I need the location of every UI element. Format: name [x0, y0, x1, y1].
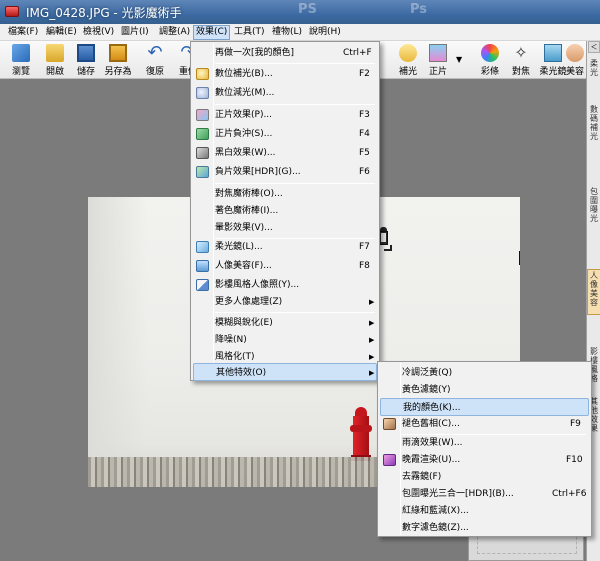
- film-button[interactable]: 正片: [420, 43, 456, 77]
- soft-focus-icon: [196, 241, 209, 253]
- window-title: IMG_0428.JPG - 光影魔術手: [26, 6, 182, 20]
- chevron-down-icon[interactable]: ▼: [456, 55, 462, 64]
- beauty-label: 美容: [565, 67, 584, 77]
- film-label: 正片: [428, 67, 447, 77]
- raindrop-item[interactable]: 雨滴效果(W)...: [380, 434, 589, 452]
- noise-reduction-item[interactable]: 降噪(N) ▶: [193, 331, 377, 349]
- sunset-icon: [383, 454, 396, 466]
- menu-effects[interactable]: 效果(C): [193, 25, 231, 40]
- black-white-icon: [196, 147, 209, 159]
- sunset-item[interactable]: 晚霞渲染(U)... F10: [380, 451, 589, 469]
- cool-yellow-item[interactable]: 冷調泛黃(Q): [380, 364, 589, 382]
- focus-label: 對焦: [511, 67, 530, 77]
- submenu-arrow-icon: ▶: [369, 336, 375, 344]
- menu-tools[interactable]: 工具(T): [232, 26, 267, 39]
- save-as-button[interactable]: 另存為: [100, 43, 136, 77]
- repeat-last-effect-item[interactable]: 再做一次[我的顏色] Ctrl+F: [193, 44, 377, 62]
- film-effect-item[interactable]: 正片效果(P)... F3: [193, 106, 377, 124]
- save-as-label: 另存為: [104, 67, 132, 77]
- save-label: 儲存: [76, 67, 95, 77]
- panel-tab-soft[interactable]: 柔光: [588, 59, 600, 77]
- save-icon: [77, 44, 95, 62]
- blur-sharpen-item[interactable]: 模糊與銳化(E) ▶: [193, 314, 377, 332]
- submenu-arrow-icon: ▶: [369, 369, 375, 377]
- folder-open-icon: [46, 44, 64, 62]
- focus-wand-item[interactable]: 對焦魔術棒(O)...: [193, 185, 377, 203]
- undo-icon: ↶: [147, 42, 163, 63]
- reduce-light-item[interactable]: 數位減光(M)...: [193, 84, 377, 102]
- focus-target-icon: ✧: [514, 43, 528, 62]
- faded-photo-item[interactable]: 褪色舊相(C)... F9: [380, 415, 589, 433]
- title-bar: IMG_0428.JPG - 光影魔術手 PS Ps: [0, 0, 600, 24]
- color-wand-item[interactable]: 著色魔術棒(I)...: [193, 202, 377, 220]
- save-button[interactable]: 儲存: [68, 43, 104, 77]
- browse-button[interactable]: 瀏覽: [3, 43, 39, 77]
- browse-icon: [12, 44, 30, 62]
- panel-tab-beauty[interactable]: 人像美容: [588, 271, 600, 307]
- more-portrait-item[interactable]: 更多人像處理(Z) ▶: [193, 293, 377, 311]
- undo-button[interactable]: ↶ 復原: [137, 42, 173, 78]
- yellow-filter-item[interactable]: 黃色濾鏡(Y): [380, 381, 589, 399]
- wall-lamp-2: [518, 247, 520, 275]
- menu-file[interactable]: 檔案(F): [6, 26, 40, 39]
- defog-item[interactable]: 去霧鏡(F): [380, 468, 589, 486]
- background-watermark-2: Ps: [410, 2, 428, 17]
- panel-collapse-button[interactable]: ＜: [588, 41, 600, 53]
- vignette-item[interactable]: 暈影效果(V)...: [193, 219, 377, 237]
- face-icon: [566, 44, 584, 62]
- effects-menu: 再做一次[我的顏色] Ctrl+F 數位補光(B)... F2 數位減光(M).…: [190, 41, 380, 381]
- other-effects-item[interactable]: 其他特效(O) ▶: [193, 363, 377, 381]
- portrait-icon: [196, 279, 209, 291]
- menu-edit[interactable]: 編輯(E): [44, 26, 79, 39]
- film-icon: [429, 44, 447, 62]
- face-icon: [196, 260, 209, 272]
- bracket-hdr-item[interactable]: 包圍曝光三合一[HDR](B)... Ctrl+F6: [380, 485, 589, 503]
- negative-hdr-item[interactable]: 負片效果[HDR](G)... F6: [193, 163, 377, 181]
- dim-bulb-icon: [196, 87, 209, 99]
- soft-focus-icon: [544, 44, 562, 62]
- beauty-button[interactable]: 美容: [563, 43, 587, 77]
- menu-image[interactable]: 圖片(I): [119, 26, 151, 39]
- digital-filter-item[interactable]: 數字濾色鏡(Z)...: [380, 519, 589, 537]
- focus-button[interactable]: ✧ 對焦: [503, 43, 539, 78]
- submenu-arrow-icon: ▶: [369, 298, 375, 306]
- undo-label: 復原: [145, 67, 164, 77]
- app-icon: [5, 6, 19, 17]
- portrait-beauty-item[interactable]: 人像美容(F)... F8: [193, 257, 377, 275]
- film-icon: [196, 109, 209, 121]
- rgb-reduce-item[interactable]: 紅綠和藍減(X)...: [380, 502, 589, 520]
- menu-bar: 檔案(F) 編輯(E) 檢視(V) 圖片(I) 調整(A) 效果(C) 工具(T…: [0, 24, 600, 41]
- menu-adjust[interactable]: 調整(A): [157, 26, 192, 39]
- background-watermark: PS: [298, 2, 317, 17]
- fire-hydrant: [350, 407, 372, 463]
- menu-help[interactable]: 說明(H): [307, 26, 343, 39]
- black-white-item[interactable]: 黑白效果(W)... F5: [193, 144, 377, 162]
- menu-view[interactable]: 檢視(V): [81, 26, 116, 39]
- soft-focus-item[interactable]: 柔光鏡(L)... F7: [193, 238, 377, 256]
- save-as-icon: [109, 44, 127, 62]
- lightbulb-icon: [399, 44, 417, 62]
- cross-process-item[interactable]: 正片負沖(S)... F4: [193, 125, 377, 143]
- fill-light-item[interactable]: 數位補光(B)... F2: [193, 65, 377, 83]
- color-wheel-icon: [481, 44, 499, 62]
- studio-portrait-item[interactable]: 影樓風格人像照(Y)...: [193, 276, 377, 294]
- faded-photo-icon: [383, 418, 396, 430]
- panel-tab-bracketing[interactable]: 包圍曝光: [588, 187, 600, 223]
- other-effects-submenu: 冷調泛黃(Q) 黃色濾鏡(Y) 我的顏色(K)... 褪色舊相(C)... F9…: [377, 361, 592, 537]
- wall-shadow: [88, 197, 148, 487]
- submenu-arrow-icon: ▶: [369, 319, 375, 327]
- hdr-icon: [196, 166, 209, 178]
- browse-label: 瀏覽: [11, 67, 30, 77]
- panel-tab-fill-light[interactable]: 數碼補光: [588, 105, 600, 141]
- lightbulb-icon: [196, 68, 209, 80]
- my-color-item[interactable]: 我的顏色(K)...: [380, 398, 589, 416]
- menu-gifts[interactable]: 禮物(L): [270, 26, 304, 39]
- cross-process-icon: [196, 128, 209, 140]
